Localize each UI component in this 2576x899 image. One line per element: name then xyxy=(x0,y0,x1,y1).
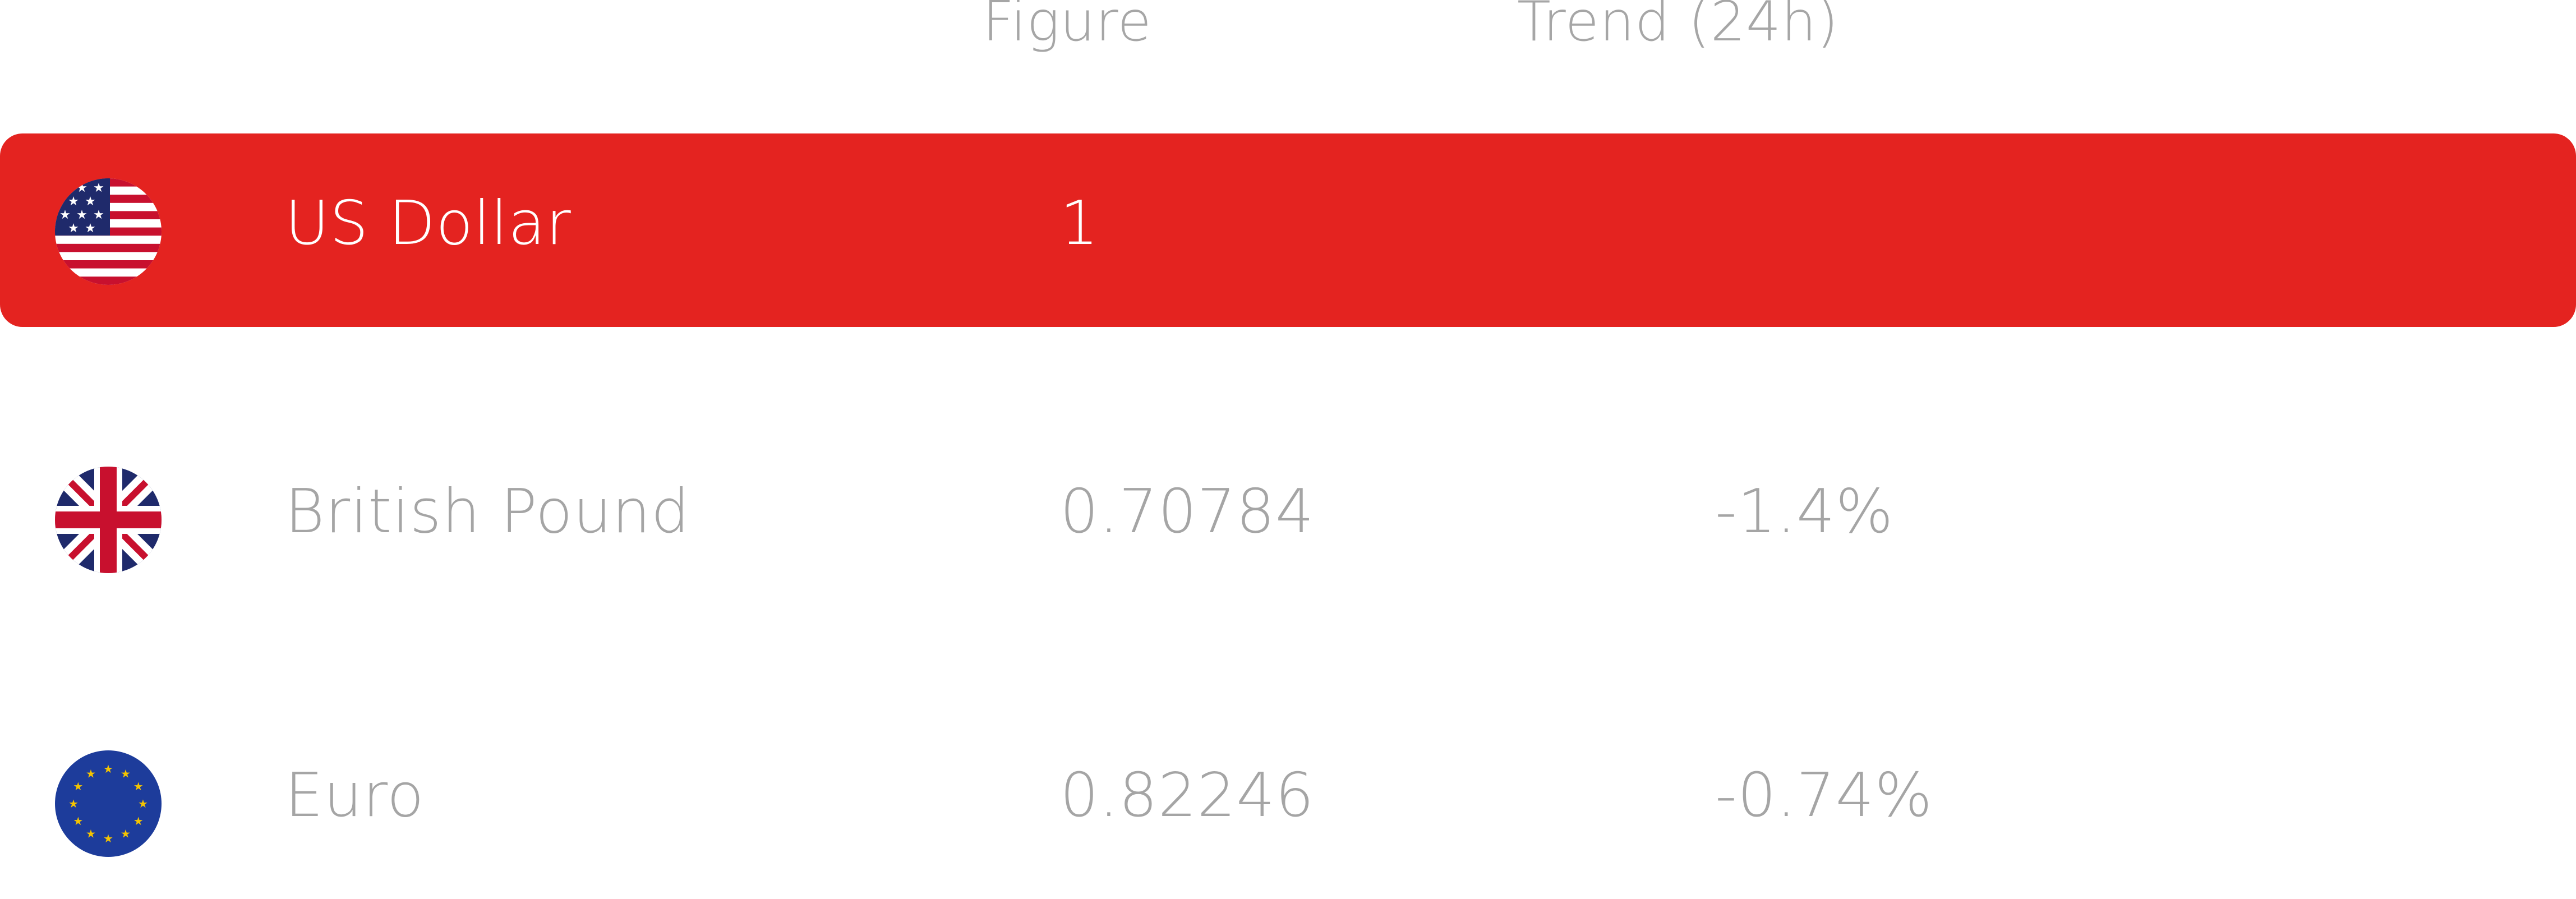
svg-text:★: ★ xyxy=(121,767,131,780)
svg-text:★: ★ xyxy=(138,797,148,810)
svg-text:★: ★ xyxy=(68,195,79,209)
svg-text:★: ★ xyxy=(133,814,144,828)
svg-text:★: ★ xyxy=(73,780,83,793)
svg-text:★: ★ xyxy=(103,832,113,845)
svg-text:★: ★ xyxy=(85,195,96,209)
svg-text:★: ★ xyxy=(86,827,96,841)
svg-text:★: ★ xyxy=(68,222,79,236)
currency-name: Euro xyxy=(285,760,425,831)
column-header-trend: Trend (24h) xyxy=(1517,0,1839,54)
currency-figure: 0.70784 xyxy=(1060,477,1315,547)
currency-name: US Dollar xyxy=(285,188,572,259)
table-row[interactable]: British Pound 0.70784 -1.4% xyxy=(0,422,2576,615)
table-header: Figure Trend (24h) xyxy=(0,0,2576,54)
svg-text:★: ★ xyxy=(76,208,87,222)
currency-trend: -1.4% xyxy=(1715,477,1894,547)
currency-trend: -0.74% xyxy=(1715,760,1933,831)
svg-text:★: ★ xyxy=(68,797,79,810)
currency-figure: 1 xyxy=(1060,188,1099,259)
eu-flag-icon: ★ ★ ★ ★ ★ ★ ★ ★ ★ ★ ★ ★ xyxy=(55,750,162,857)
table-row[interactable]: ★ ★ ★ ★ ★ ★ ★ ★ ★ ★ US Dollar 1 xyxy=(0,133,2576,327)
svg-text:★: ★ xyxy=(93,181,104,195)
currency-name: British Pound xyxy=(285,477,690,547)
table-row[interactable]: ★ ★ ★ ★ ★ ★ ★ ★ ★ ★ ★ ★ Euro 0.82246 -0.… xyxy=(0,706,2576,899)
svg-text:★: ★ xyxy=(59,208,71,222)
svg-text:★: ★ xyxy=(103,762,113,776)
column-header-figure: Figure xyxy=(983,0,1152,54)
svg-text:★: ★ xyxy=(85,222,96,236)
svg-text:★: ★ xyxy=(93,208,104,222)
svg-text:★: ★ xyxy=(86,767,96,780)
uk-flag-icon xyxy=(55,467,162,573)
svg-text:★: ★ xyxy=(73,814,83,828)
currency-figure: 0.82246 xyxy=(1060,760,1315,831)
svg-text:★: ★ xyxy=(133,780,144,793)
us-flag-icon: ★ ★ ★ ★ ★ ★ ★ ★ ★ ★ xyxy=(55,178,162,285)
svg-text:★: ★ xyxy=(121,827,131,841)
